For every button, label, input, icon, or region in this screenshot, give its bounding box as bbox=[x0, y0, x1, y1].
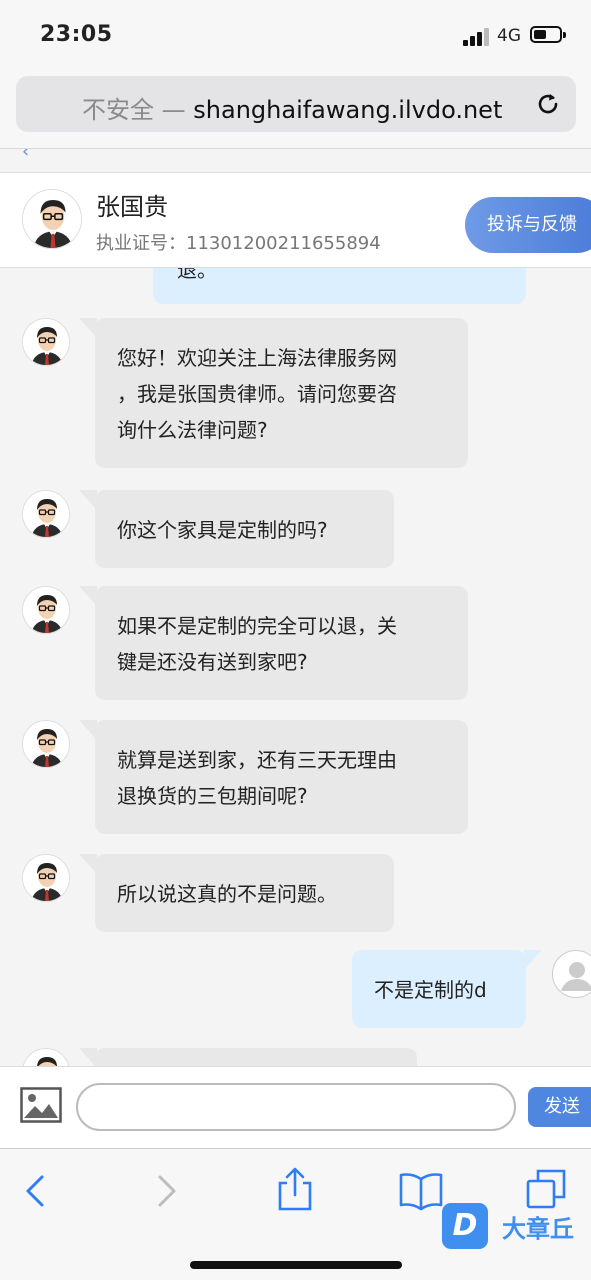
tabs-icon[interactable] bbox=[524, 1167, 568, 1211]
chat-messages: 退。 您好！欢迎关注上海法律服务网 ，我是张国贵律师。请问您要咨 询什么法律问题… bbox=[0, 268, 591, 1066]
message-line: 如果不是定制的完全可以退，关 bbox=[117, 614, 397, 638]
message-bubble: 就算是送到家，还有三天无理由 退换货的三包期间呢? bbox=[79, 720, 468, 834]
user-message-bubble: 不是定制的d bbox=[352, 950, 542, 1028]
address-bar[interactable]: 不安全 — shanghaifawang.ilvdo.net bbox=[16, 76, 576, 132]
back-icon[interactable] bbox=[16, 1171, 56, 1211]
watermark-text: 大章丘 bbox=[502, 1215, 574, 1243]
network-type: 4G bbox=[497, 26, 521, 46]
status-bar: 23:05 4G bbox=[0, 0, 591, 70]
browser-address-area: 不安全 — shanghaifawang.ilvdo.net bbox=[0, 70, 591, 148]
message-line: ，我是张国贵律师。请问您要咨 bbox=[117, 382, 397, 406]
scrolled-content-strip: ‹ bbox=[0, 148, 591, 172]
reload-icon[interactable] bbox=[535, 91, 561, 117]
share-icon[interactable] bbox=[274, 1167, 316, 1211]
message-line: 退换货的三包期间呢? bbox=[117, 784, 308, 808]
browser-toolbar: D 大章丘 bbox=[0, 1148, 591, 1280]
back-arrow-peek: ‹ bbox=[22, 148, 30, 162]
insecure-label: 不安全 — bbox=[82, 96, 186, 124]
bookmarks-icon[interactable] bbox=[398, 1171, 444, 1211]
message-bubble: 您好！欢迎关注上海法律服务网 ，我是张国贵律师。请问您要咨 询什么法律问题? bbox=[79, 318, 468, 468]
message-line: 就算是送到家，还有三天无理由 bbox=[117, 748, 397, 772]
lawyer-avatar-small bbox=[22, 1048, 70, 1066]
home-indicator[interactable] bbox=[190, 1261, 402, 1269]
mobile-browser-page: 23:05 4G 不安全 — shanghaifawang.ilvdo.net … bbox=[0, 0, 591, 1280]
cellular-signal-icon bbox=[463, 28, 491, 46]
send-button[interactable]: 发送 bbox=[528, 1087, 591, 1127]
message-bubble: 你这个家具是定制的吗? bbox=[79, 490, 394, 568]
forward-icon[interactable] bbox=[146, 1171, 186, 1211]
message-line: 不是定制的d bbox=[374, 978, 487, 1002]
lawyer-avatar-small bbox=[22, 318, 70, 366]
message-bubble: 所以说这真的不是问题。 bbox=[79, 854, 394, 932]
message-bubble: 如果不是定制的完全可以退，关 键是还没有送到家吧? bbox=[79, 586, 468, 700]
license-label: 执业证号： bbox=[96, 233, 186, 254]
message-line: 键是还没有送到家吧? bbox=[117, 650, 308, 674]
lawyer-name: 张国贵 bbox=[96, 193, 168, 221]
image-upload-icon[interactable] bbox=[20, 1087, 62, 1123]
message-bubble bbox=[79, 1048, 417, 1066]
message-input[interactable] bbox=[76, 1083, 516, 1131]
message-line: 所以说这真的不是问题。 bbox=[117, 882, 337, 906]
message-line: 询什么法律问题? bbox=[117, 418, 268, 442]
user-avatar bbox=[552, 950, 591, 998]
lawyer-avatar-small bbox=[22, 854, 70, 902]
license-value: 11301200211655894 bbox=[186, 233, 381, 254]
license-number: 执业证号：11301200211655894 bbox=[96, 229, 381, 255]
message-bubble-partial: 退。 bbox=[153, 268, 526, 304]
message-line: 您好！欢迎关注上海法律服务网 bbox=[117, 346, 397, 370]
clock: 23:05 bbox=[40, 22, 113, 47]
url-domain: shanghaifawang.ilvdo.net bbox=[193, 96, 503, 124]
url-text[interactable]: 不安全 — shanghaifawang.ilvdo.net bbox=[82, 90, 502, 125]
lawyer-avatar-small bbox=[22, 490, 70, 538]
watermark-badge: D bbox=[442, 1203, 488, 1249]
lawyer-avatar-small bbox=[22, 720, 70, 768]
message-text: 退。 bbox=[177, 268, 217, 282]
message-line: 你这个家具是定制的吗? bbox=[117, 518, 328, 542]
lawyer-avatar-small bbox=[22, 586, 70, 634]
complaint-feedback-button[interactable]: 投诉与反馈 bbox=[465, 197, 591, 253]
message-composer: 发送 bbox=[0, 1066, 591, 1148]
lawyer-avatar bbox=[22, 189, 82, 249]
lawyer-header: 张国贵 执业证号：11301200211655894 投诉与反馈 bbox=[0, 172, 591, 268]
battery-icon bbox=[530, 26, 566, 43]
